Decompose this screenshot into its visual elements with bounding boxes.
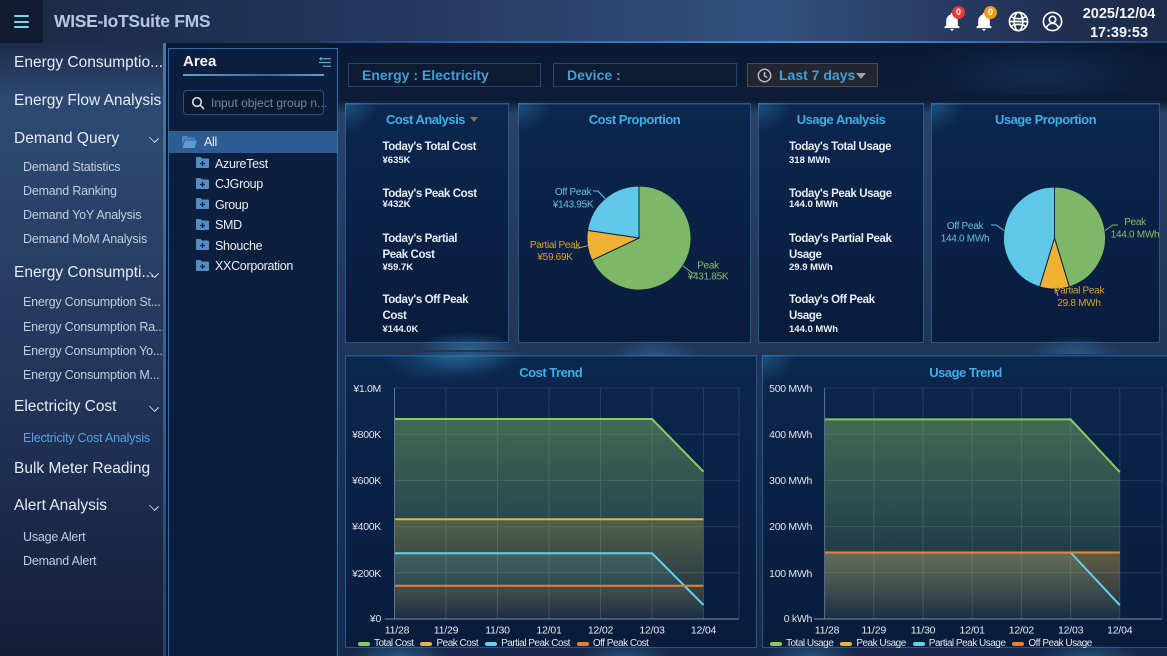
svg-text:Off Peak: Off Peak [947,221,985,232]
svg-text:0 kWh: 0 kWh [784,613,813,625]
svg-text:¥400K: ¥400K [351,521,381,533]
svg-text:144.0 MWh: 144.0 MWh [941,234,989,245]
svg-text:11/30: 11/30 [911,625,936,637]
svg-text:¥0: ¥0 [369,613,382,625]
svg-text:12/01: 12/01 [960,625,986,637]
svg-text:12/02: 12/02 [588,625,614,637]
svg-text:Peak: Peak [1124,217,1147,228]
svg-text:¥143.95K: ¥143.95K [552,200,594,211]
svg-text:12/01: 12/01 [536,625,562,637]
svg-text:400 MWh: 400 MWh [769,429,812,441]
svg-text:29.8 MWh: 29.8 MWh [1057,298,1100,309]
svg-text:12/04: 12/04 [1107,625,1133,637]
svg-text:¥600K: ¥600K [351,475,381,487]
svg-text:11/28: 11/28 [385,625,410,637]
svg-text:¥431.85K: ¥431.85K [687,272,729,283]
svg-text:Peak: Peak [697,261,720,272]
svg-text:100 MWh: 100 MWh [769,568,812,580]
svg-text:11/29: 11/29 [862,625,887,637]
svg-text:Partial Peak: Partial Peak [530,240,582,251]
svg-text:¥800K: ¥800K [351,429,381,441]
svg-text:300 MWh: 300 MWh [769,475,812,487]
svg-text:144.0 MWh: 144.0 MWh [1111,230,1159,241]
svg-text:12/03: 12/03 [639,625,665,637]
svg-text:12/03: 12/03 [1058,625,1084,637]
svg-text:¥59.69K: ¥59.69K [536,252,573,263]
svg-text:11/29: 11/29 [434,625,459,637]
svg-text:11/30: 11/30 [485,625,510,637]
svg-text:11/28: 11/28 [815,625,840,637]
svg-text:12/04: 12/04 [691,625,717,637]
svg-text:500 MWh: 500 MWh [769,383,812,395]
svg-text:Partial Peak: Partial Peak [1054,286,1106,297]
svg-text:12/02: 12/02 [1009,625,1035,637]
svg-text:¥1.0M: ¥1.0M [352,383,381,395]
svg-text:¥200K: ¥200K [351,568,381,580]
svg-text:200 MWh: 200 MWh [769,521,812,533]
svg-text:Off Peak: Off Peak [555,187,593,198]
